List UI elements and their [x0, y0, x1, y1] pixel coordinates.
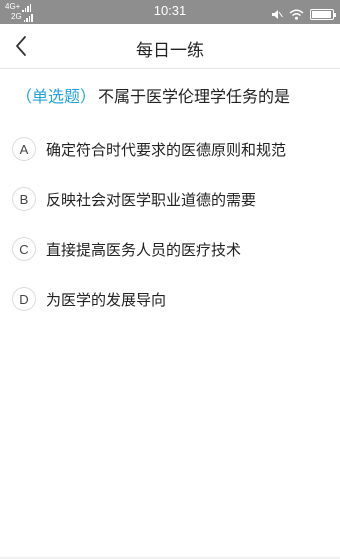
option-d[interactable]: D 为医学的发展导向	[12, 274, 332, 324]
wifi-icon	[289, 5, 304, 24]
option-text: 为医学的发展导向	[46, 290, 167, 309]
option-letter-badge: C	[12, 237, 36, 261]
options-list: A 确定符合时代要求的医德原则和规范 B 反映社会对医学职业道德的需要 C 直接…	[12, 124, 332, 324]
page-title: 每日一练	[136, 41, 204, 61]
option-c[interactable]: C 直接提高医务人员的医疗技术	[12, 224, 332, 274]
option-text: 直接提高医务人员的医疗技术	[46, 240, 242, 259]
question-stem: （单选题） 不属于医学伦理学任务的是	[16, 86, 328, 108]
nav-bar: 每日一练	[0, 24, 340, 69]
status-icons	[271, 5, 336, 24]
app-screen: 4G+ 2G 10:31 每日一练 （单选题） 不属于医学伦理学任务的是 A 确…	[0, 0, 340, 559]
question-type-label: （单选题）	[16, 87, 97, 106]
option-letter-badge: D	[12, 287, 36, 311]
option-letter-badge: B	[12, 187, 36, 211]
battery-icon	[310, 9, 336, 20]
option-a[interactable]: A 确定符合时代要求的医德原则和规范	[12, 124, 332, 174]
mute-icon	[271, 5, 283, 24]
status-bar: 4G+ 2G 10:31	[0, 0, 340, 24]
option-letter-badge: A	[12, 137, 36, 161]
option-text: 反映社会对医学职业道德的需要	[46, 190, 257, 209]
option-b[interactable]: B 反映社会对医学职业道德的需要	[12, 174, 332, 224]
option-text: 确定符合时代要求的医德原则和规范	[46, 140, 287, 159]
question-text: 不属于医学伦理学任务的是	[98, 87, 291, 106]
